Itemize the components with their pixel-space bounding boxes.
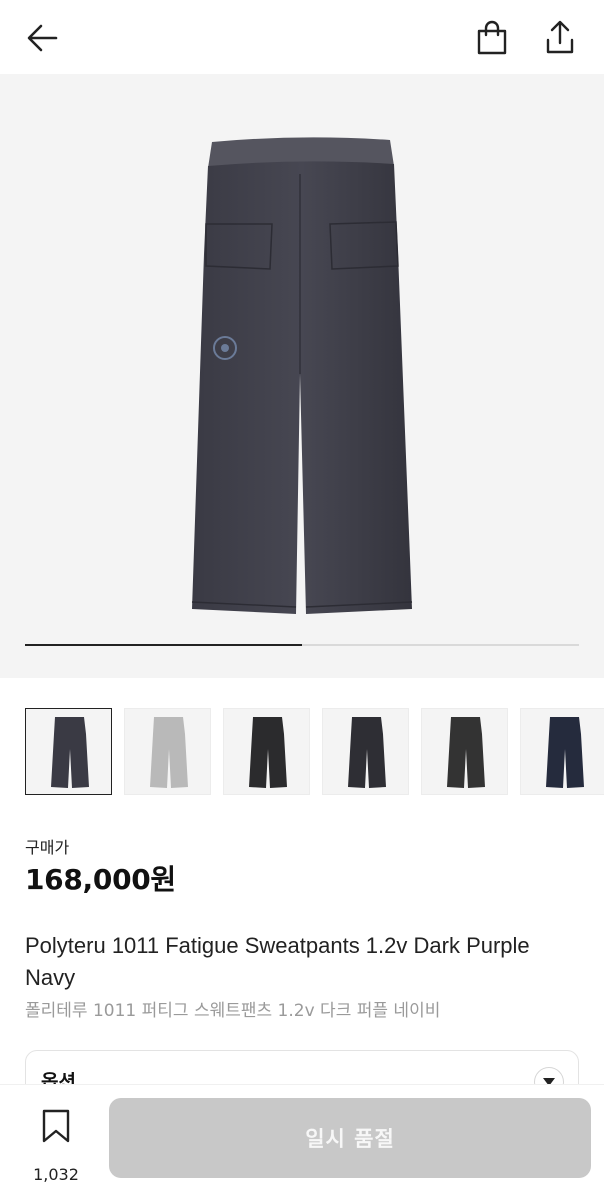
thumbnail-image: [249, 717, 287, 788]
bookmark-icon: [42, 1109, 70, 1143]
product-image: [191, 137, 413, 614]
thumbnail-image: [348, 717, 386, 788]
shopping-bag-button[interactable]: [472, 18, 512, 58]
thumbnail-5[interactable]: [421, 708, 508, 795]
product-title-english: Polyteru 1011 Fatigue Sweatpants 1.2v Da…: [25, 933, 530, 990]
soldout-button[interactable]: 일시 품절: [109, 1098, 591, 1178]
back-button[interactable]: [22, 18, 62, 58]
share-button[interactable]: [540, 18, 580, 58]
bottom-action-bar: 1,032 일시 품절: [0, 1084, 604, 1200]
product-image-carousel[interactable]: [0, 74, 604, 678]
share-upload-icon: [546, 20, 574, 54]
arrow-left-icon: [27, 24, 58, 52]
carousel-progress-fill: [25, 644, 302, 646]
top-navigation-bar: [0, 0, 604, 74]
thumbnail-4[interactable]: [322, 708, 409, 795]
wishlist-count: 1,032: [33, 1165, 79, 1184]
thumbnail-strip[interactable]: [25, 708, 604, 796]
thumbnail-2[interactable]: [124, 708, 211, 795]
thumbnail-image: [51, 717, 89, 788]
thumbnail-image: [447, 717, 485, 788]
wishlist-button[interactable]: 1,032: [22, 1105, 90, 1184]
thumbnail-3[interactable]: [223, 708, 310, 795]
thumbnail-image: [546, 717, 584, 788]
price-value: 168,000원: [25, 863, 176, 896]
thumbnail-6[interactable]: [520, 708, 604, 795]
thumbnail-1[interactable]: [25, 708, 112, 795]
shopping-bag-icon: [477, 20, 507, 55]
product-title-korean: 폴리테루 1011 퍼티그 스웨트팬츠 1.2v 다크 퍼플 네이비: [25, 1001, 441, 1021]
price-label: 구매가: [25, 838, 70, 857]
carousel-progress-track: [25, 644, 579, 646]
thumbnail-image: [150, 717, 188, 788]
